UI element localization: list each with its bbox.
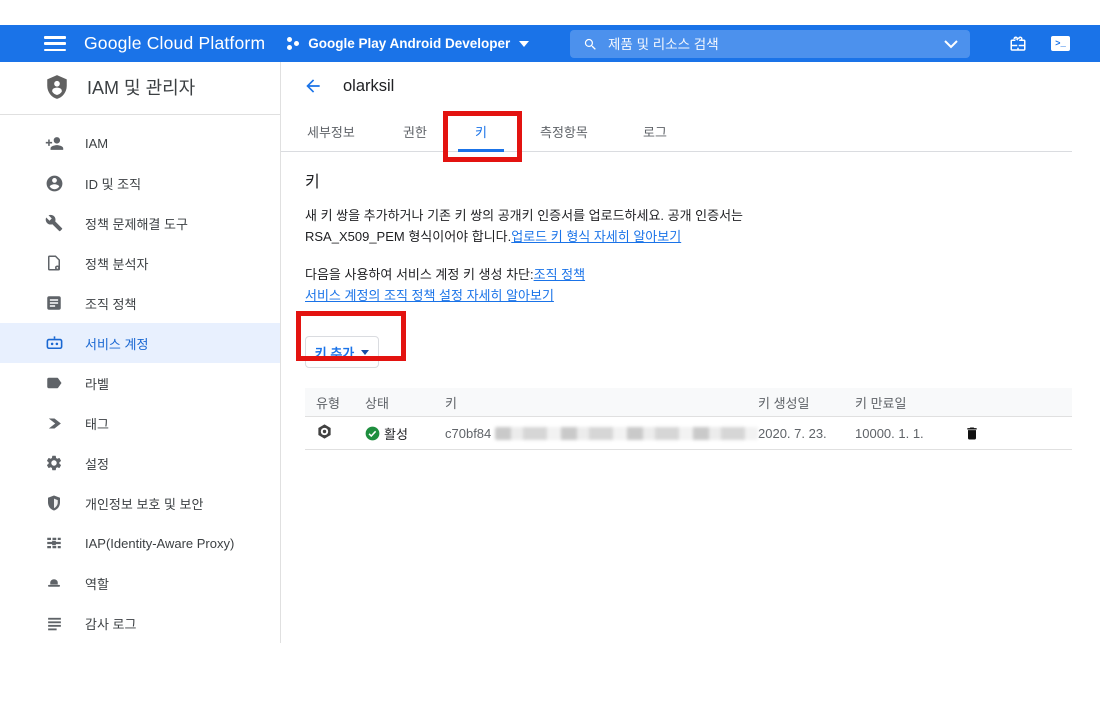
sidebar-item-label: 역할	[85, 574, 109, 593]
key-created-date: 2020. 7. 23.	[758, 426, 855, 441]
tab-permissions[interactable]: 권한	[403, 115, 427, 152]
search-expand-chevron-icon[interactable]	[944, 40, 958, 49]
sidebar-navigation: IAM ID 및 조직 정책 문제해결 도구 정책 분석자 조직 정책 서비스 …	[0, 123, 280, 643]
topbar-utility-icons: >_	[1009, 25, 1100, 62]
gear-icon	[44, 453, 64, 473]
col-header-status: 상태	[365, 393, 445, 412]
iap-icon	[44, 533, 64, 553]
sidebar-item-roles[interactable]: 역할	[0, 563, 280, 603]
sidebar-item-label: 개인정보 보호 및 보안	[85, 494, 203, 513]
table-header-row: 유형 상태 키 키 생성일 키 만료일	[305, 388, 1072, 417]
search-input[interactable]	[608, 37, 944, 52]
sidebar-top-divider	[0, 114, 280, 115]
sidebar-item-labels[interactable]: 라벨	[0, 363, 280, 403]
org-policy-link[interactable]: 조직 정책	[534, 267, 585, 282]
sidebar-item-org-policies[interactable]: 조직 정책	[0, 283, 280, 323]
sidebar-item-iap[interactable]: IAP(Identity-Aware Proxy)	[0, 523, 280, 563]
service-account-icon	[44, 333, 64, 353]
policy-analyzer-icon	[44, 253, 64, 273]
section-heading: 키	[305, 168, 1072, 192]
product-title: IAM 및 관리자	[87, 74, 195, 100]
col-header-created: 키 생성일	[758, 393, 855, 412]
key-type-icon	[316, 423, 333, 440]
table-row: 활성 c70bf84 2020. 7. 23. 10000. 1. 1.	[305, 417, 1072, 450]
sidebar-item-privacy-security[interactable]: 개인정보 보호 및 보안	[0, 483, 280, 523]
cloud-shell-icon[interactable]: >_	[1051, 36, 1070, 51]
tab-bar: 세부정보 권한 키 측정항목 로그	[281, 115, 1072, 152]
upload-key-format-link[interactable]: 업로드 키 형식 자세히 알아보기	[511, 229, 681, 244]
project-icon	[285, 36, 301, 52]
tag-icon	[44, 413, 64, 433]
sidebar-item-label: 정책 문제해결 도구	[85, 214, 188, 233]
sidebar-item-label: 설정	[85, 454, 109, 473]
sidebar-item-label: 태그	[85, 414, 109, 433]
tab-logs[interactable]: 로그	[643, 115, 667, 152]
search-icon	[583, 37, 598, 52]
project-selector[interactable]: Google Play Android Developer	[285, 36, 529, 52]
tab-metrics[interactable]: 측정항목	[540, 115, 588, 152]
menu-icon[interactable]	[44, 36, 66, 51]
org-policy-icon	[44, 293, 64, 313]
sidebar-item-identity-org[interactable]: ID 및 조직	[0, 163, 280, 203]
wrench-icon	[44, 213, 64, 233]
page-title: olarksil	[343, 77, 394, 96]
brand-title[interactable]: Google Cloud Platform	[84, 33, 265, 54]
sidebar-item-iam[interactable]: IAM	[0, 123, 280, 163]
sidebar-item-label: 정책 분석자	[85, 254, 148, 273]
page-header: IAM 및 관리자 olarksil	[0, 62, 1100, 115]
identity-icon	[44, 173, 64, 193]
sidebar-item-label: IAP(Identity-Aware Proxy)	[85, 536, 234, 551]
sidebar-item-label: 감사 로그	[85, 614, 136, 633]
sidebar-item-label: 라벨	[85, 374, 109, 393]
key-id-prefix: c70bf84	[445, 426, 491, 441]
keys-table: 유형 상태 키 키 생성일 키 만료일 활성 c70bf84	[305, 388, 1072, 450]
privacy-shield-icon	[44, 493, 64, 513]
sidebar-item-settings[interactable]: 설정	[0, 443, 280, 483]
label-icon	[44, 373, 64, 393]
sidebar-item-service-accounts[interactable]: 서비스 계정	[0, 323, 280, 363]
sidebar-item-policy-troubleshooter[interactable]: 정책 문제해결 도구	[0, 203, 280, 243]
col-header-expires: 키 만료일	[855, 393, 960, 412]
status-badge: 활성	[384, 424, 408, 443]
tab-details[interactable]: 세부정보	[307, 115, 355, 152]
search-bar[interactable]	[570, 30, 970, 58]
audit-log-icon	[44, 613, 64, 633]
key-expiry-date: 10000. 1. 1.	[855, 426, 960, 441]
back-arrow-icon[interactable]	[303, 76, 323, 96]
sidebar-item-label: 조직 정책	[85, 294, 136, 313]
col-header-type: 유형	[305, 393, 365, 412]
keys-panel: 키 새 키 쌍을 추가하거나 기존 키 쌍의 공개키 인증서를 업로드하세요. …	[305, 168, 1072, 450]
chevron-down-icon	[361, 350, 369, 355]
product-header: IAM 및 관리자	[44, 74, 195, 100]
add-key-button[interactable]: 키 추가	[305, 336, 379, 368]
trash-icon[interactable]	[964, 425, 980, 442]
sidebar-item-label: IAM	[85, 136, 108, 151]
chevron-down-icon	[519, 41, 529, 47]
project-selector-label: Google Play Android Developer	[308, 36, 510, 51]
org-policy-settings-link[interactable]: 서비스 계정의 조직 정책 설정 자세히 알아보기	[305, 288, 554, 303]
gift-icon[interactable]	[1009, 35, 1027, 53]
tab-keys[interactable]: 키	[458, 115, 504, 152]
org-policy-note: 다음을 사용하여 서비스 계정 키 생성 차단:조직 정책 서비스 계정의 조직…	[305, 264, 1072, 306]
keys-description: 새 키 쌍을 추가하거나 기존 키 쌍의 공개키 인증서를 업로드하세요. 공개…	[305, 205, 1072, 247]
sidebar-item-audit-logs[interactable]: 감사 로그	[0, 603, 280, 643]
sidebar-item-label: ID 및 조직	[85, 174, 141, 193]
check-circle-icon	[365, 426, 380, 441]
gcp-console-page: Google Cloud Platform Google Play Androi…	[0, 0, 1100, 704]
roles-icon	[44, 573, 64, 593]
key-id-redacted-blur	[495, 427, 758, 440]
sidebar-item-tags[interactable]: 태그	[0, 403, 280, 443]
sidebar-item-label: 서비스 계정	[85, 334, 148, 353]
sidebar-item-policy-analyzer[interactable]: 정책 분석자	[0, 243, 280, 283]
col-header-key: 키	[445, 393, 758, 412]
iam-shield-icon	[44, 74, 70, 100]
person-add-icon	[44, 133, 64, 153]
page-title-row: olarksil	[303, 76, 394, 96]
